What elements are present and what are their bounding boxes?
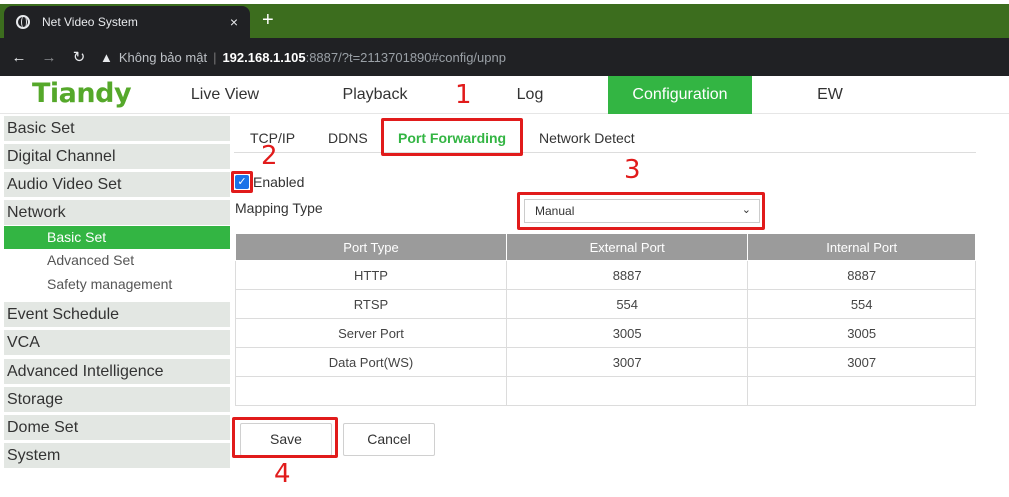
annotation-number-1: 1	[455, 80, 472, 110]
sidebar-sub-safety-management[interactable]: Safety management	[4, 273, 230, 296]
tab-bar-top-border	[0, 0, 1009, 4]
sidebar: Basic Set Digital Channel Audio Video Se…	[4, 116, 230, 497]
external-port-cell[interactable]: 3005	[505, 318, 749, 348]
internal-port-cell[interactable]	[747, 376, 976, 406]
table-row: RTSP 554 554	[235, 289, 976, 319]
cancel-button[interactable]: Cancel	[343, 423, 435, 456]
table-row	[235, 376, 976, 406]
mapping-type-label: Mapping Type	[235, 200, 323, 216]
browser-tab[interactable]: Net Video System ×	[4, 6, 250, 38]
internal-port-cell[interactable]: 554	[747, 289, 976, 319]
sidebar-item-digital-channel[interactable]: Digital Channel	[4, 144, 230, 169]
port-type-cell: Data Port(WS)	[235, 347, 507, 377]
annotation-number-2: 2	[261, 141, 278, 171]
nav-configuration[interactable]: Configuration	[608, 76, 752, 114]
table-row: Data Port(WS) 3007 3007	[235, 347, 976, 377]
external-port-cell[interactable]: 554	[505, 289, 749, 319]
external-port-cell[interactable]: 3007	[505, 347, 749, 377]
url-path: :8887/?t=2113701890#config/upnp	[305, 49, 506, 65]
header-internal-port: Internal Port	[747, 233, 976, 261]
sidebar-item-vca[interactable]: VCA	[4, 330, 230, 355]
nav-ew[interactable]: EW	[800, 76, 860, 114]
header-port-type: Port Type	[235, 233, 507, 261]
table-row: Server Port 3005 3005	[235, 318, 976, 348]
highlight-port-forwarding	[381, 118, 523, 156]
nav-log[interactable]: Log	[495, 76, 565, 114]
warning-icon: ▲	[100, 49, 113, 65]
port-table: Port Type External Port Internal Port HT…	[235, 233, 976, 406]
highlight-save-button	[232, 417, 338, 458]
back-icon[interactable]: ←	[8, 49, 30, 66]
sidebar-item-basic-set[interactable]: Basic Set	[4, 116, 230, 141]
app-header: Tiandy Live View Playback Log Configurat…	[0, 76, 1009, 114]
tab-close-icon[interactable]: ×	[230, 14, 238, 30]
port-type-cell: Server Port	[235, 318, 507, 348]
reload-icon[interactable]: ↻	[68, 48, 90, 66]
tiandy-logo: Tiandy	[32, 78, 132, 109]
forward-icon[interactable]: →	[38, 49, 60, 66]
port-type-cell: HTTP	[235, 260, 507, 290]
nav-playback[interactable]: Playback	[325, 76, 425, 114]
sidebar-item-storage[interactable]: Storage	[4, 387, 230, 412]
internal-port-cell[interactable]: 3005	[747, 318, 976, 348]
header-external-port: External Port	[505, 233, 749, 261]
tab-divider	[234, 152, 976, 153]
sidebar-item-network[interactable]: Network	[4, 200, 230, 225]
annotation-number-4: 4	[274, 459, 291, 489]
enabled-label: Enabled	[253, 174, 305, 190]
annotation-number-3: 3	[624, 155, 641, 185]
globe-icon	[16, 15, 30, 29]
tab-ddns[interactable]: DDNS	[328, 126, 368, 150]
browser-tab-bar: Net Video System × +	[0, 0, 1009, 38]
url-host: 192.168.1.105	[222, 49, 306, 65]
port-type-cell	[235, 376, 507, 406]
port-type-cell: RTSP	[235, 289, 507, 319]
highlight-enabled-checkbox	[231, 171, 253, 193]
sidebar-item-audio-video-set[interactable]: Audio Video Set	[4, 172, 230, 197]
tab-title: Net Video System	[42, 15, 138, 29]
external-port-cell[interactable]: 8887	[505, 260, 749, 290]
table-header-row: Port Type External Port Internal Port	[235, 233, 976, 261]
sidebar-item-system[interactable]: System	[4, 443, 230, 468]
highlight-mapping-type	[517, 192, 765, 230]
url-separator: |	[213, 49, 217, 65]
address-bar: ← → ↻ ▲ Không bảo mật | 192.168.1.105 :8…	[0, 38, 1009, 76]
sidebar-item-advanced-intelligence[interactable]: Advanced Intelligence	[4, 359, 230, 384]
nav-live-view[interactable]: Live View	[180, 76, 270, 114]
url-field[interactable]: ▲ Không bảo mật | 192.168.1.105 :8887/?t…	[100, 50, 506, 65]
sidebar-sub-basic-set[interactable]: Basic Set	[4, 226, 230, 249]
tab-network-detect[interactable]: Network Detect	[539, 126, 635, 150]
sidebar-item-dome-set[interactable]: Dome Set	[4, 415, 230, 440]
internal-port-cell[interactable]: 3007	[747, 347, 976, 377]
internal-port-cell[interactable]: 8887	[747, 260, 976, 290]
table-row: HTTP 8887 8887	[235, 260, 976, 290]
external-port-cell[interactable]	[505, 376, 749, 406]
sidebar-sub-advanced-set[interactable]: Advanced Set	[4, 249, 230, 272]
sidebar-item-event-schedule[interactable]: Event Schedule	[4, 302, 230, 327]
security-label: Không bảo mật	[118, 49, 208, 65]
new-tab-icon[interactable]: +	[262, 10, 274, 30]
